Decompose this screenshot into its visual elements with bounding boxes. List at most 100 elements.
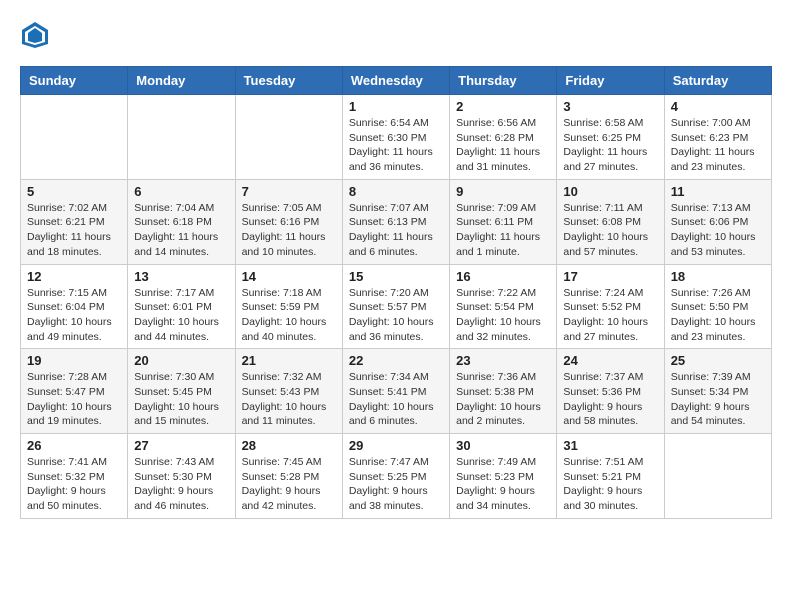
day-number: 9	[456, 184, 550, 199]
day-info: Sunrise: 7:36 AM Sunset: 5:38 PM Dayligh…	[456, 370, 550, 429]
calendar-cell: 2 Sunrise: 6:56 AM Sunset: 6:28 PM Daylig…	[450, 95, 557, 180]
day-info: Sunrise: 7:09 AM Sunset: 6:11 PM Dayligh…	[456, 201, 550, 260]
calendar-cell	[21, 95, 128, 180]
day-info: Sunrise: 7:22 AM Sunset: 5:54 PM Dayligh…	[456, 286, 550, 345]
calendar-cell: 24 Sunrise: 7:37 AM Sunset: 5:36 PM Dayli…	[557, 349, 664, 434]
day-info: Sunrise: 7:34 AM Sunset: 5:41 PM Dayligh…	[349, 370, 443, 429]
day-number: 11	[671, 184, 765, 199]
day-info: Sunrise: 7:18 AM Sunset: 5:59 PM Dayligh…	[242, 286, 336, 345]
calendar-cell: 12 Sunrise: 7:15 AM Sunset: 6:04 PM Dayli…	[21, 264, 128, 349]
day-number: 12	[27, 269, 121, 284]
day-info: Sunrise: 7:02 AM Sunset: 6:21 PM Dayligh…	[27, 201, 121, 260]
calendar-cell: 28Sunrise: 7:45 AM Sunset: 5:28 PM Dayli…	[235, 434, 342, 519]
calendar-day-header: Friday	[557, 67, 664, 95]
day-info: Sunrise: 7:51 AM Sunset: 5:21 PM Dayligh…	[563, 455, 657, 514]
day-info: Sunrise: 6:58 AM Sunset: 6:25 PM Dayligh…	[563, 116, 657, 175]
day-number: 5	[27, 184, 121, 199]
calendar-cell: 23Sunrise: 7:36 AM Sunset: 5:38 PM Dayli…	[450, 349, 557, 434]
day-number: 21	[242, 353, 336, 368]
day-info: Sunrise: 7:13 AM Sunset: 6:06 PM Dayligh…	[671, 201, 765, 260]
calendar-cell: 10 Sunrise: 7:11 AM Sunset: 6:08 PM Dayli…	[557, 179, 664, 264]
calendar-day-header: Sunday	[21, 67, 128, 95]
day-number: 27	[134, 438, 228, 453]
day-info: Sunrise: 7:05 AM Sunset: 6:16 PM Dayligh…	[242, 201, 336, 260]
calendar-cell: 22 Sunrise: 7:34 AM Sunset: 5:41 PM Dayli…	[342, 349, 449, 434]
day-info: Sunrise: 6:56 AM Sunset: 6:28 PM Dayligh…	[456, 116, 550, 175]
day-number: 22	[349, 353, 443, 368]
day-info: Sunrise: 7:30 AM Sunset: 5:45 PM Dayligh…	[134, 370, 228, 429]
calendar-cell: 31 Sunrise: 7:51 AM Sunset: 5:21 PM Dayli…	[557, 434, 664, 519]
calendar-day-header: Wednesday	[342, 67, 449, 95]
day-info: Sunrise: 7:07 AM Sunset: 6:13 PM Dayligh…	[349, 201, 443, 260]
day-number: 20	[134, 353, 228, 368]
day-number: 16	[456, 269, 550, 284]
day-info: Sunrise: 7:24 AM Sunset: 5:52 PM Dayligh…	[563, 286, 657, 345]
logo	[20, 20, 54, 50]
day-number: 14	[242, 269, 336, 284]
day-number: 8	[349, 184, 443, 199]
calendar-week-row: 5 Sunrise: 7:02 AM Sunset: 6:21 PM Daylig…	[21, 179, 772, 264]
day-info: Sunrise: 7:04 AM Sunset: 6:18 PM Dayligh…	[134, 201, 228, 260]
calendar-cell: 20 Sunrise: 7:30 AM Sunset: 5:45 PM Dayli…	[128, 349, 235, 434]
day-number: 4	[671, 99, 765, 114]
calendar-cell: 5 Sunrise: 7:02 AM Sunset: 6:21 PM Daylig…	[21, 179, 128, 264]
day-number: 28	[242, 438, 336, 453]
page-header	[20, 20, 772, 50]
calendar-cell: 19 Sunrise: 7:28 AM Sunset: 5:47 PM Dayli…	[21, 349, 128, 434]
calendar-cell: 21 Sunrise: 7:32 AM Sunset: 5:43 PM Dayli…	[235, 349, 342, 434]
calendar-cell: 9 Sunrise: 7:09 AM Sunset: 6:11 PM Daylig…	[450, 179, 557, 264]
day-number: 7	[242, 184, 336, 199]
calendar-cell: 1 Sunrise: 6:54 AM Sunset: 6:30 PM Daylig…	[342, 95, 449, 180]
day-number: 25	[671, 353, 765, 368]
calendar-cell: 6 Sunrise: 7:04 AM Sunset: 6:18 PM Daylig…	[128, 179, 235, 264]
day-number: 6	[134, 184, 228, 199]
day-number: 31	[563, 438, 657, 453]
calendar-cell: 25Sunrise: 7:39 AM Sunset: 5:34 PM Dayli…	[664, 349, 771, 434]
calendar-cell: 13 Sunrise: 7:17 AM Sunset: 6:01 PM Dayli…	[128, 264, 235, 349]
day-number: 13	[134, 269, 228, 284]
day-info: Sunrise: 7:26 AM Sunset: 5:50 PM Dayligh…	[671, 286, 765, 345]
day-info: Sunrise: 7:20 AM Sunset: 5:57 PM Dayligh…	[349, 286, 443, 345]
day-info: Sunrise: 7:28 AM Sunset: 5:47 PM Dayligh…	[27, 370, 121, 429]
day-info: Sunrise: 7:43 AM Sunset: 5:30 PM Dayligh…	[134, 455, 228, 514]
calendar-table: SundayMondayTuesdayWednesdayThursdayFrid…	[20, 66, 772, 519]
calendar-cell: 17Sunrise: 7:24 AM Sunset: 5:52 PM Dayli…	[557, 264, 664, 349]
day-info: Sunrise: 7:41 AM Sunset: 5:32 PM Dayligh…	[27, 455, 121, 514]
calendar-cell: 4 Sunrise: 7:00 AM Sunset: 6:23 PM Daylig…	[664, 95, 771, 180]
calendar-week-row: 12 Sunrise: 7:15 AM Sunset: 6:04 PM Dayli…	[21, 264, 772, 349]
day-number: 15	[349, 269, 443, 284]
day-info: Sunrise: 7:32 AM Sunset: 5:43 PM Dayligh…	[242, 370, 336, 429]
calendar-cell: 29Sunrise: 7:47 AM Sunset: 5:25 PM Dayli…	[342, 434, 449, 519]
day-number: 29	[349, 438, 443, 453]
day-info: Sunrise: 7:49 AM Sunset: 5:23 PM Dayligh…	[456, 455, 550, 514]
day-number: 24	[563, 353, 657, 368]
calendar-header-row: SundayMondayTuesdayWednesdayThursdayFrid…	[21, 67, 772, 95]
day-number: 30	[456, 438, 550, 453]
day-number: 10	[563, 184, 657, 199]
day-number: 26	[27, 438, 121, 453]
calendar-cell	[664, 434, 771, 519]
day-number: 1	[349, 99, 443, 114]
calendar-day-header: Thursday	[450, 67, 557, 95]
calendar-cell	[128, 95, 235, 180]
calendar-cell: 15 Sunrise: 7:20 AM Sunset: 5:57 PM Dayli…	[342, 264, 449, 349]
day-number: 19	[27, 353, 121, 368]
day-info: Sunrise: 7:15 AM Sunset: 6:04 PM Dayligh…	[27, 286, 121, 345]
logo-icon	[20, 20, 50, 50]
calendar-cell: 18Sunrise: 7:26 AM Sunset: 5:50 PM Dayli…	[664, 264, 771, 349]
calendar-cell: 11 Sunrise: 7:13 AM Sunset: 6:06 PM Dayli…	[664, 179, 771, 264]
calendar-cell: 27 Sunrise: 7:43 AM Sunset: 5:30 PM Dayli…	[128, 434, 235, 519]
calendar-cell	[235, 95, 342, 180]
calendar-cell: 3Sunrise: 6:58 AM Sunset: 6:25 PM Daylig…	[557, 95, 664, 180]
day-info: Sunrise: 7:11 AM Sunset: 6:08 PM Dayligh…	[563, 201, 657, 260]
day-info: Sunrise: 7:17 AM Sunset: 6:01 PM Dayligh…	[134, 286, 228, 345]
calendar-cell: 16 Sunrise: 7:22 AM Sunset: 5:54 PM Dayli…	[450, 264, 557, 349]
day-info: Sunrise: 6:54 AM Sunset: 6:30 PM Dayligh…	[349, 116, 443, 175]
calendar-week-row: 19 Sunrise: 7:28 AM Sunset: 5:47 PM Dayli…	[21, 349, 772, 434]
day-info: Sunrise: 7:00 AM Sunset: 6:23 PM Dayligh…	[671, 116, 765, 175]
calendar-cell: 14 Sunrise: 7:18 AM Sunset: 5:59 PM Dayli…	[235, 264, 342, 349]
calendar-week-row: 1 Sunrise: 6:54 AM Sunset: 6:30 PM Daylig…	[21, 95, 772, 180]
calendar-cell: 8 Sunrise: 7:07 AM Sunset: 6:13 PM Daylig…	[342, 179, 449, 264]
day-info: Sunrise: 7:37 AM Sunset: 5:36 PM Dayligh…	[563, 370, 657, 429]
day-number: 2	[456, 99, 550, 114]
